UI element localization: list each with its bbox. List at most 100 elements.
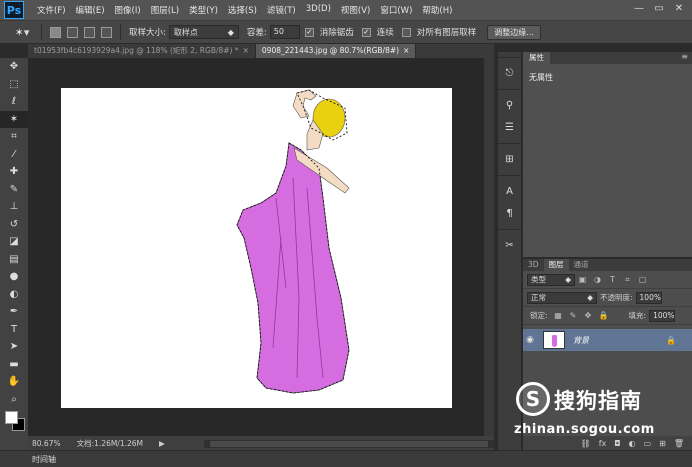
- close-button[interactable]: ✕: [670, 2, 688, 16]
- menu-help[interactable]: 帮助(H): [417, 4, 457, 16]
- new-selection-icon[interactable]: [50, 26, 61, 38]
- crop-tool-icon[interactable]: ⌗: [0, 128, 28, 146]
- color-swatches: [0, 408, 28, 434]
- menu-filter[interactable]: 滤镜(T): [262, 4, 301, 16]
- clone-stamp-tool-icon[interactable]: ⊥: [0, 198, 28, 216]
- timeline-bar[interactable]: 时间轴: [0, 450, 692, 467]
- tab-document-1[interactable]: t01953fb4c6193929a4.jpg @ 118% (矩形 2, RG…: [28, 44, 256, 58]
- subtract-selection-icon[interactable]: [84, 26, 95, 38]
- lock-transparent-icon[interactable]: ▦: [554, 311, 563, 320]
- character-panel-icon[interactable]: A: [498, 180, 521, 202]
- history-brush-tool-icon[interactable]: ↺: [0, 216, 28, 234]
- fill-input[interactable]: 100%: [649, 309, 676, 322]
- tab-3d[interactable]: 3D: [523, 259, 544, 271]
- menu-3d[interactable]: 3D(D): [301, 4, 336, 16]
- eraser-tool-icon[interactable]: ◪: [0, 233, 28, 251]
- tab-properties[interactable]: 属性: [523, 52, 550, 64]
- fill-label: 填充:: [628, 311, 647, 320]
- tab-channels[interactable]: 通道: [569, 259, 594, 271]
- close-icon[interactable]: ×: [403, 46, 409, 55]
- dock-grip: [498, 52, 521, 58]
- opacity-input[interactable]: 100%: [635, 291, 662, 304]
- tools-panel: ✥ ⬚ ℓ ✶ ⌗ ⁄ ✚ ✎ ⊥ ↺ ◪ ▤ ● ◐ ✒ T ➤ ▬ ✋ ⌕: [0, 58, 28, 450]
- move-tool-icon[interactable]: ✥: [0, 58, 28, 76]
- sample-all-layers-label: 对所有图层取样: [416, 28, 477, 38]
- layer-name[interactable]: 背景: [573, 335, 589, 346]
- lock-position-icon[interactable]: ✥: [584, 311, 593, 320]
- magic-wand-preset-icon[interactable]: ✶▾: [8, 22, 36, 42]
- lock-label: 锁定:: [530, 311, 548, 320]
- lasso-tool-icon[interactable]: ℓ: [0, 93, 28, 111]
- brush-tool-icon[interactable]: ✎: [0, 181, 28, 199]
- add-selection-icon[interactable]: [67, 26, 78, 38]
- healing-brush-tool-icon[interactable]: ✚: [0, 163, 28, 181]
- zoom-level[interactable]: 80.67%: [32, 439, 61, 448]
- paragraph-panel-icon[interactable]: ¶: [498, 202, 521, 224]
- horizontal-scrollbar[interactable]: [204, 440, 494, 448]
- vertical-scrollbar[interactable]: [484, 58, 494, 436]
- menu-file[interactable]: 文件(F): [32, 4, 71, 16]
- properties-panel: 属性 ≡ 无属性: [523, 52, 692, 257]
- menu-window[interactable]: 窗口(W): [375, 4, 417, 16]
- zoom-tool-icon[interactable]: ⌕: [0, 391, 28, 409]
- shape-tool-icon[interactable]: ▬: [0, 356, 28, 374]
- filter-type-icon[interactable]: T: [608, 275, 617, 284]
- restore-button[interactable]: ▭: [650, 2, 668, 16]
- scrollbar-thumb[interactable]: [210, 441, 488, 447]
- type-tool-icon[interactable]: T: [0, 321, 28, 339]
- eyedropper-tool-icon[interactable]: ⁄: [0, 146, 28, 164]
- hand-tool-icon[interactable]: ✋: [0, 373, 28, 391]
- pen-tool-icon[interactable]: ✒: [0, 303, 28, 321]
- arm-raised: [292, 89, 317, 119]
- lock-all-icon[interactable]: 🔒: [599, 311, 609, 320]
- menu-image[interactable]: 图像(I): [110, 4, 146, 16]
- minimize-button[interactable]: —: [630, 2, 648, 16]
- sample-size-select[interactable]: 取样点 ◆: [168, 25, 239, 39]
- status-menu-arrow-icon[interactable]: ▶: [159, 439, 165, 448]
- contiguous-checkbox[interactable]: ✓: [361, 27, 371, 37]
- close-icon[interactable]: ×: [243, 46, 249, 55]
- panel-menu-icon[interactable]: ≡: [681, 52, 688, 61]
- filter-shape-icon[interactable]: ⌗: [623, 275, 632, 284]
- layer-row-background[interactable]: ◉ 背景 🔒: [523, 329, 692, 351]
- menu-type[interactable]: 类型(Y): [184, 4, 223, 16]
- filter-pixel-icon[interactable]: ▣: [578, 275, 587, 284]
- magic-wand-tool-icon[interactable]: ✶: [0, 110, 28, 128]
- filter-adjustment-icon[interactable]: ◑: [593, 275, 602, 284]
- image-canvas[interactable]: [61, 88, 452, 408]
- chevron-down-icon: ◆: [227, 27, 234, 37]
- tool-presets-panel-icon[interactable]: ✂: [498, 234, 521, 256]
- antialias-checkbox[interactable]: ✓: [304, 27, 314, 37]
- layer-filter-select[interactable]: 类型 ◆: [527, 273, 575, 286]
- chevron-down-icon: ◆: [587, 292, 593, 302]
- path-selection-tool-icon[interactable]: ➤: [0, 338, 28, 356]
- tab-document-2[interactable]: 0908_221443.jpg @ 80.7%(RGB/8#) ×: [255, 44, 417, 58]
- sogou-watermark: S 搜狗指南 zhinan.sogou.com: [514, 380, 689, 440]
- menu-edit[interactable]: 编辑(E): [71, 4, 110, 16]
- eye-icon[interactable]: ◉: [523, 335, 537, 345]
- document-area: [28, 58, 494, 436]
- tolerance-input[interactable]: 50: [269, 25, 300, 39]
- dodge-tool-icon[interactable]: ◐: [0, 286, 28, 304]
- history-panel-icon[interactable]: ⎋: [498, 62, 521, 84]
- marquee-tool-icon[interactable]: ⬚: [0, 76, 28, 94]
- intersect-selection-icon[interactable]: [101, 26, 112, 38]
- foreground-color-swatch[interactable]: [5, 411, 18, 424]
- gradient-tool-icon[interactable]: ▤: [0, 251, 28, 269]
- sample-all-layers-checkbox[interactable]: [401, 27, 411, 37]
- blend-mode-select[interactable]: 正常 ◆: [527, 291, 597, 304]
- watermark-brand: 搜狗指南: [554, 389, 642, 413]
- menu-select[interactable]: 选择(S): [223, 4, 262, 16]
- brush-panel-icon[interactable]: ⚲: [498, 94, 521, 116]
- blur-tool-icon[interactable]: ●: [0, 268, 28, 286]
- refine-edge-button[interactable]: 调整边缘...: [487, 24, 541, 40]
- tab-layers[interactable]: 图层: [543, 259, 569, 271]
- filter-smart-object-icon[interactable]: ▢: [638, 275, 647, 284]
- watermark-url: zhinan.sogou.com: [514, 422, 655, 437]
- menu-view[interactable]: 视图(V): [336, 4, 375, 16]
- lock-image-icon[interactable]: ✎: [569, 311, 578, 320]
- contiguous-label: 连续: [376, 28, 394, 38]
- clone-source-panel-icon[interactable]: ⊞: [498, 148, 521, 170]
- adjustments-panel-icon[interactable]: ☰: [498, 116, 521, 138]
- menu-layer[interactable]: 图层(L): [146, 4, 184, 16]
